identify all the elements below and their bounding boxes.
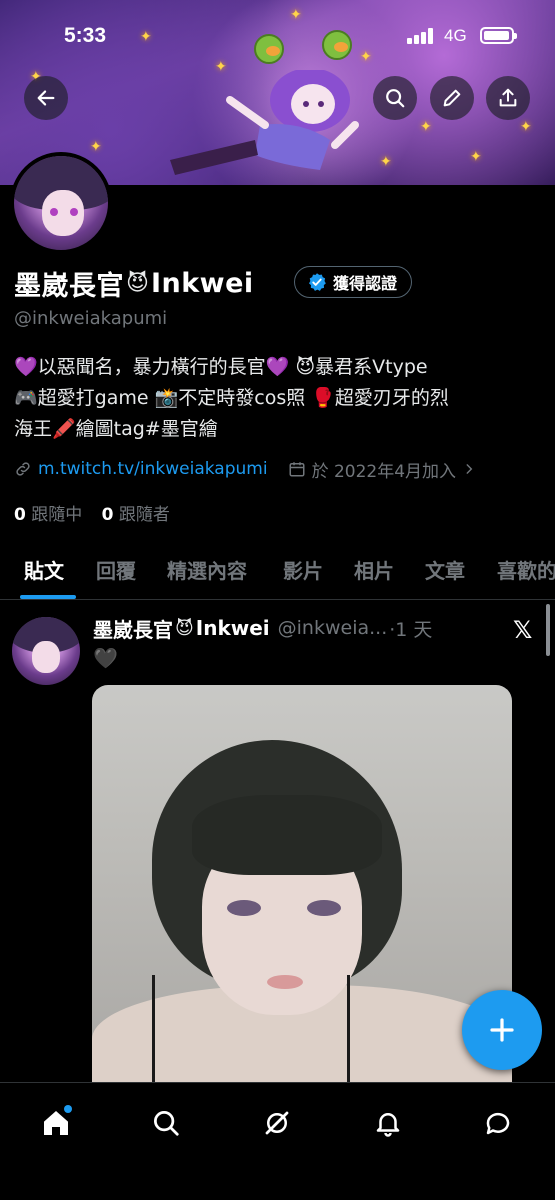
- post-header: 墨崴長官 😈 Inkwei @inkweia... ·1 天: [93, 614, 513, 642]
- nav-home[interactable]: [36, 1103, 76, 1143]
- nav-notifications[interactable]: [368, 1103, 408, 1143]
- profile-avatar[interactable]: [10, 152, 112, 254]
- post-author-avatar[interactable]: [12, 617, 80, 685]
- edit-profile-button[interactable]: [430, 76, 474, 120]
- star-decoration: ✦: [90, 139, 102, 155]
- verified-badge-button[interactable]: 獲得認證: [294, 266, 413, 298]
- share-button[interactable]: [486, 76, 530, 120]
- status-bar: 5:33 4G: [0, 0, 555, 70]
- tab-videos[interactable]: 影片: [283, 555, 323, 584]
- nav-grok[interactable]: [257, 1103, 297, 1143]
- following-label: 跟隨中: [31, 505, 83, 525]
- tab-photos[interactable]: 相片: [354, 555, 394, 584]
- compose-post-button[interactable]: [462, 990, 542, 1070]
- tab-likes[interactable]: 喜歡的: [497, 555, 555, 584]
- post-photo[interactable]: [92, 685, 512, 1085]
- back-button[interactable]: [24, 76, 68, 120]
- bell-icon: [376, 1113, 400, 1137]
- search-icon: [154, 1111, 179, 1136]
- following-count: 0: [14, 505, 26, 525]
- bio-line: 🎮超愛打game 📸不定時發cos照 🥊超愛刃牙的烈: [14, 387, 449, 409]
- star-decoration: ✦: [380, 154, 392, 170]
- display-name: 墨崴長官: [14, 271, 124, 302]
- post-timestamp[interactable]: ·1 天: [389, 615, 432, 642]
- home-notification-dot: [64, 1105, 72, 1113]
- post-author-suffix[interactable]: Inkwei: [196, 616, 270, 640]
- followers-link[interactable]: 0 跟隨者: [102, 505, 170, 525]
- profile-handle: @inkweiakapumi: [14, 308, 168, 329]
- profile-name: 墨崴長官 😈 Inkwei: [14, 264, 254, 303]
- profile-bio: 💜以惡聞名，暴力橫行的長官💜 😈暴君系Vtype 🎮超愛打game 📸不定時發c…: [14, 352, 544, 445]
- tab-articles[interactable]: 文章: [425, 555, 465, 584]
- display-name-suffix: Inkwei: [150, 268, 254, 299]
- nav-search[interactable]: [146, 1103, 186, 1143]
- following-link[interactable]: 0 跟隨中: [14, 505, 82, 525]
- bio-line: 海王🖍️繪圖tag#墨官繪: [14, 418, 218, 440]
- chevron-right-icon: [466, 464, 473, 474]
- post-author-handle: @inkweia...: [277, 617, 388, 639]
- post-text: 🖤: [93, 646, 118, 670]
- post-author-name[interactable]: 墨崴長官: [93, 614, 173, 642]
- devil-emoji-icon: 😈: [126, 271, 149, 296]
- joined-date[interactable]: 於 2022年4月加入: [288, 457, 476, 482]
- search-icon: [386, 89, 405, 108]
- scrollbar[interactable]: [546, 604, 550, 656]
- tab-highlights[interactable]: 精選內容: [167, 555, 247, 584]
- joined-label: 於 2022年4月加入: [311, 461, 457, 482]
- verified-check-icon: [309, 273, 326, 291]
- pencil-icon: [443, 89, 461, 107]
- devil-emoji-icon: 😈: [175, 617, 194, 639]
- grok-icon: [265, 1111, 289, 1135]
- tab-replies[interactable]: 回覆: [96, 555, 136, 584]
- verified-label: 獲得認證: [333, 274, 398, 293]
- followers-label: 跟隨者: [118, 505, 170, 525]
- network-type: 4G: [444, 26, 467, 45]
- banner-character-illustration: [170, 70, 359, 175]
- active-tab-indicator: [20, 595, 76, 599]
- profile-meta: m.twitch.tv/inkweiakapumi 於 2022年4月加入: [14, 456, 544, 482]
- followers-count: 0: [101, 505, 114, 525]
- follow-counts: 0 跟隨中 0 跟隨者: [14, 500, 170, 525]
- battery-icon: [480, 27, 517, 44]
- message-icon: [486, 1112, 510, 1135]
- calendar-icon: [289, 462, 305, 477]
- cellular-signal-icon: [407, 28, 435, 44]
- star-decoration: ✦: [420, 119, 432, 135]
- profile-link[interactable]: m.twitch.tv/inkweiakapumi: [38, 459, 268, 479]
- search-button[interactable]: [373, 76, 417, 120]
- star-decoration: ✦: [470, 149, 482, 165]
- bottom-navigation: [0, 1082, 555, 1200]
- share-icon: [499, 88, 517, 107]
- x-logo-icon[interactable]: 𝕏: [513, 616, 532, 644]
- plus-icon: [490, 1018, 514, 1042]
- star-decoration: ✦: [520, 119, 532, 135]
- link-icon: [16, 462, 30, 476]
- profile-tabs: 貼文 回覆 精選內容 影片 相片 文章 喜歡的: [0, 545, 555, 600]
- status-time: 5:33: [64, 24, 107, 47]
- tab-posts[interactable]: 貼文: [24, 555, 64, 584]
- nav-messages[interactable]: [478, 1103, 518, 1143]
- bio-line: 💜以惡聞名，暴力橫行的長官💜 😈暴君系Vtype: [14, 356, 428, 378]
- back-arrow-icon: [37, 90, 55, 106]
